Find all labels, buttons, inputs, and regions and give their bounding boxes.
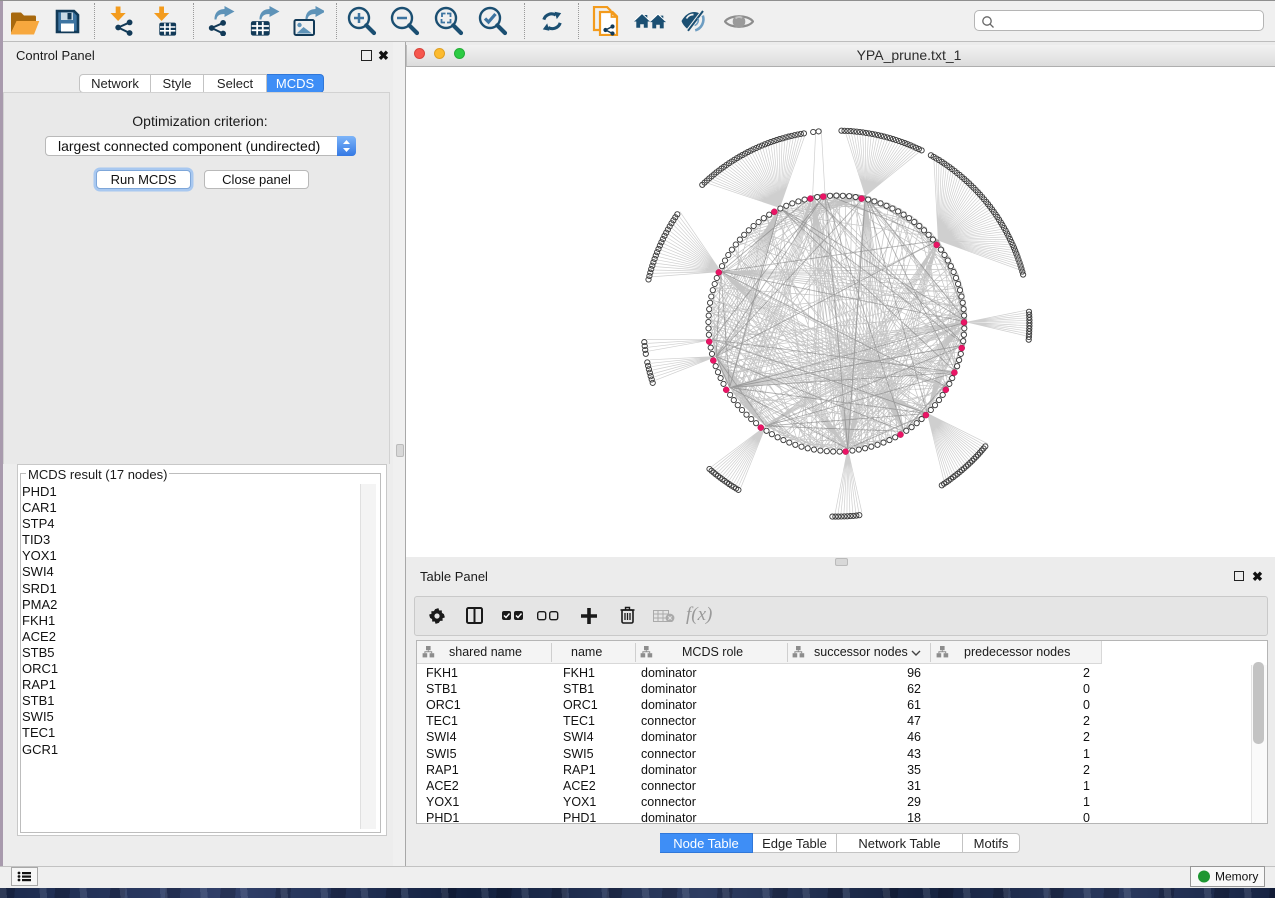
- svg-text:Memory: Memory: [1215, 870, 1258, 884]
